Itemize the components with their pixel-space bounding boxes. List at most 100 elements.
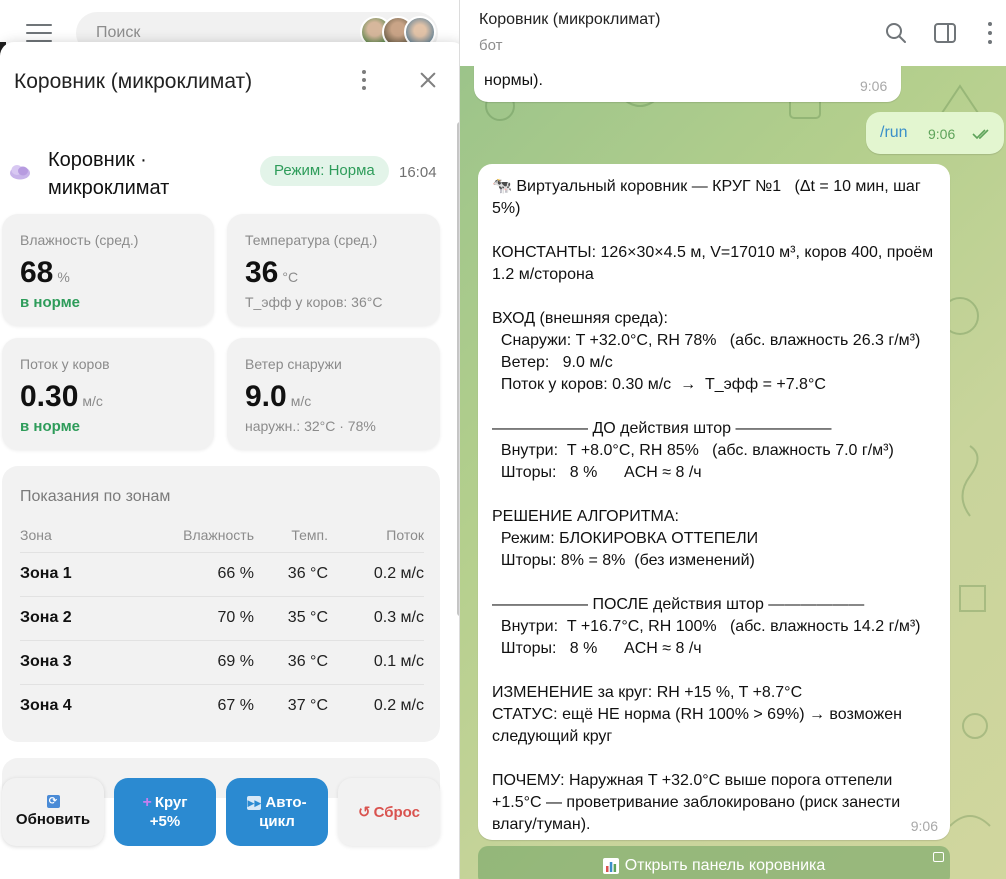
report-line: Поток у коров: 0.30 м/с → T_эфф = +7.8°C bbox=[492, 376, 826, 393]
report-line: КОНСТАНТЫ: 126×30×4.5 м, V=17010 м³, кор… bbox=[492, 244, 938, 283]
chat-subtitle: бот bbox=[479, 37, 503, 54]
read-checkmarks-icon bbox=[972, 129, 989, 140]
report-line: Шторы: 8% = 8% (без изменений) bbox=[492, 552, 755, 569]
reset-button[interactable]: ↺ Сброс bbox=[338, 778, 440, 846]
fast-forward-icon: ▶▶ bbox=[247, 796, 262, 810]
search-icon[interactable] bbox=[885, 22, 907, 44]
wind-unit: м/с bbox=[290, 393, 312, 409]
report-line: Шторы: 8 % ACH ≈ 8 /ч bbox=[492, 640, 702, 657]
zone-name: Зона 1 bbox=[20, 565, 72, 582]
zone-temp: 35 °C bbox=[287, 609, 328, 626]
reset-icon: ↺ bbox=[358, 803, 371, 821]
mode-badge: Режим: Норма bbox=[260, 156, 389, 186]
flow-unit: м/с bbox=[82, 393, 103, 409]
zone-humidity: 66 % bbox=[217, 565, 254, 582]
report-line: Внутри: T +8.0°C, RH 85% (абс. влажность… bbox=[492, 442, 894, 459]
chat-area: нормы). 9:06 /run 9:06 🐄 Виртуальный кор… bbox=[459, 66, 1006, 879]
plus-icon: + bbox=[142, 794, 152, 811]
zone-flow: 0.2 м/с bbox=[373, 697, 424, 714]
open-panel-button[interactable]: Открыть панель коровника bbox=[478, 846, 950, 879]
more-icon[interactable] bbox=[986, 21, 994, 45]
humidity-label: Влажность (сред.) bbox=[20, 232, 139, 248]
flow-status: в норме bbox=[20, 418, 81, 435]
cycle-line2: +5% bbox=[149, 813, 181, 830]
zone-humidity: 67 % bbox=[217, 697, 254, 714]
report-line: 🐄 Виртуальный коровник — КРУГ №1 (Δt = 1… bbox=[492, 178, 926, 217]
zone-humidity: 69 % bbox=[217, 653, 254, 670]
zone-name: Зона 2 bbox=[20, 609, 72, 626]
humidity-value: 68% bbox=[20, 256, 70, 289]
wind-card: Ветер снаружи 9.0 м/с наружн.: 32°C · 78% bbox=[227, 338, 440, 450]
report-line: Режим: БЛОКИРОВКА ОТТЕПЕЛИ bbox=[492, 530, 759, 547]
report-line: Ветер: 9.0 м/с bbox=[492, 354, 613, 371]
webapp-corner-icon bbox=[933, 852, 944, 862]
report-line: ВХОД (внешняя среда): bbox=[492, 310, 668, 327]
report-line: Внутри: T +16.7°C, RH 100% (абс. влажнос… bbox=[492, 618, 921, 635]
report-line: Снаружи: T +32.0°C, RH 78% (абс. влажнос… bbox=[492, 332, 921, 349]
table-row: Зона 2 70 % 35 °C 0.3 м/с bbox=[20, 596, 424, 640]
report-line bbox=[492, 220, 940, 242]
zone-flow: 0.3 м/с bbox=[373, 609, 424, 626]
cloud-logo-icon bbox=[10, 165, 30, 180]
humidity-unit: % bbox=[57, 269, 70, 285]
outgoing-message: /run 9:06 bbox=[866, 112, 1004, 154]
report-line bbox=[492, 484, 940, 506]
report-line bbox=[492, 572, 940, 594]
chat-title[interactable]: Коровник (микроклимат) bbox=[479, 11, 660, 29]
cycle-plus-button[interactable]: + Круг +5% bbox=[114, 778, 216, 846]
zone-name: Зона 3 bbox=[20, 653, 72, 670]
more-options-icon[interactable] bbox=[356, 68, 372, 92]
table-row: Зона 4 67 % 37 °C 0.2 м/с bbox=[20, 684, 424, 728]
auto-line2: цикл bbox=[259, 813, 295, 830]
humidity-card: Влажность (сред.) 68% в норме bbox=[2, 214, 214, 326]
menu-icon[interactable] bbox=[26, 24, 52, 42]
search-placeholder: Поиск bbox=[96, 24, 141, 41]
report-time: 9:06 bbox=[910, 818, 938, 834]
table-row: Зона 1 66 % 36 °C 0.2 м/с bbox=[20, 552, 424, 596]
sidebar-toggle-icon[interactable] bbox=[934, 23, 956, 43]
temperature-card: Температура (сред.) 36 °C T_эфф у коров: … bbox=[227, 214, 440, 326]
previous-message-text: нормы). bbox=[484, 72, 543, 89]
auto-line1: ▶▶ Авто- bbox=[247, 794, 307, 811]
close-icon[interactable] bbox=[414, 66, 442, 94]
refresh-label: Обновить bbox=[15, 811, 91, 828]
temperature-value: 36 °C bbox=[245, 256, 299, 289]
wind-note: наружн.: 32°C · 78% bbox=[245, 418, 376, 434]
wind-label: Ветер снаружи bbox=[245, 356, 342, 372]
zones-card: Показания по зонам Зона Влажность Темп. … bbox=[2, 466, 440, 742]
report-line: РЕШЕНИЕ АЛГОРИТМА: bbox=[492, 508, 679, 525]
col-zone: Зона bbox=[20, 527, 52, 543]
outgoing-time: 9:06 bbox=[928, 126, 956, 142]
table-row: Зона 3 69 % 36 °C 0.1 м/с bbox=[20, 640, 424, 684]
app-title: Коровник · микроклимат bbox=[48, 149, 170, 199]
auto-cycle-button[interactable]: ▶▶ Авто- цикл bbox=[226, 778, 328, 846]
chart-icon bbox=[602, 858, 619, 874]
command-link[interactable]: /run bbox=[880, 124, 908, 142]
zone-temp: 37 °C bbox=[287, 697, 328, 714]
flow-card: Поток у коров 0.30 м/с в норме bbox=[2, 338, 214, 450]
zone-flow: 0.2 м/с bbox=[373, 565, 424, 582]
bot-report-message: 🐄 Виртуальный коровник — КРУГ №1 (Δt = 1… bbox=[478, 164, 950, 840]
zones-title: Показания по зонам bbox=[20, 488, 171, 505]
open-panel-label: Открыть панель коровника bbox=[624, 857, 826, 874]
refresh-button[interactable]: ⟳ Обновить bbox=[2, 778, 104, 846]
chat-header: Коровник (микроклимат) бот bbox=[459, 0, 1006, 66]
col-flow: Поток bbox=[386, 527, 424, 543]
cycle-line1: + Круг bbox=[142, 794, 188, 811]
col-humidity: Влажность bbox=[183, 527, 254, 543]
temperature-label: Температура (сред.) bbox=[245, 232, 378, 248]
refresh-icon: ⟳ bbox=[46, 795, 60, 808]
col-temp: Темп. bbox=[291, 527, 328, 543]
zones-table-header: Зона Влажность Темп. Поток bbox=[20, 524, 424, 546]
wind-value: 9.0 м/с bbox=[245, 380, 312, 413]
report-line: —————— ПОСЛЕ действия штор —————— bbox=[492, 596, 865, 613]
report-line: ИЗМЕНЕНИЕ за круг: RH +15 %, T +8.7°C bbox=[492, 684, 803, 701]
app-header: Коровник · микроклимат Режим: Норма 16:0… bbox=[0, 142, 450, 212]
previous-message-time: 9:06 bbox=[860, 78, 888, 94]
update-time: 16:04 bbox=[399, 164, 437, 181]
reset-label: Сброс bbox=[373, 803, 420, 821]
zone-flow: 0.1 м/с bbox=[373, 653, 424, 670]
report-line: СТАТУС: ещё НЕ норма (RH 100% > 69%) → в… bbox=[492, 706, 907, 745]
report-line: ПОЧЕМУ: Наружная T +32.0°C выше порога о… bbox=[492, 772, 905, 833]
zone-temp: 36 °C bbox=[287, 565, 328, 582]
